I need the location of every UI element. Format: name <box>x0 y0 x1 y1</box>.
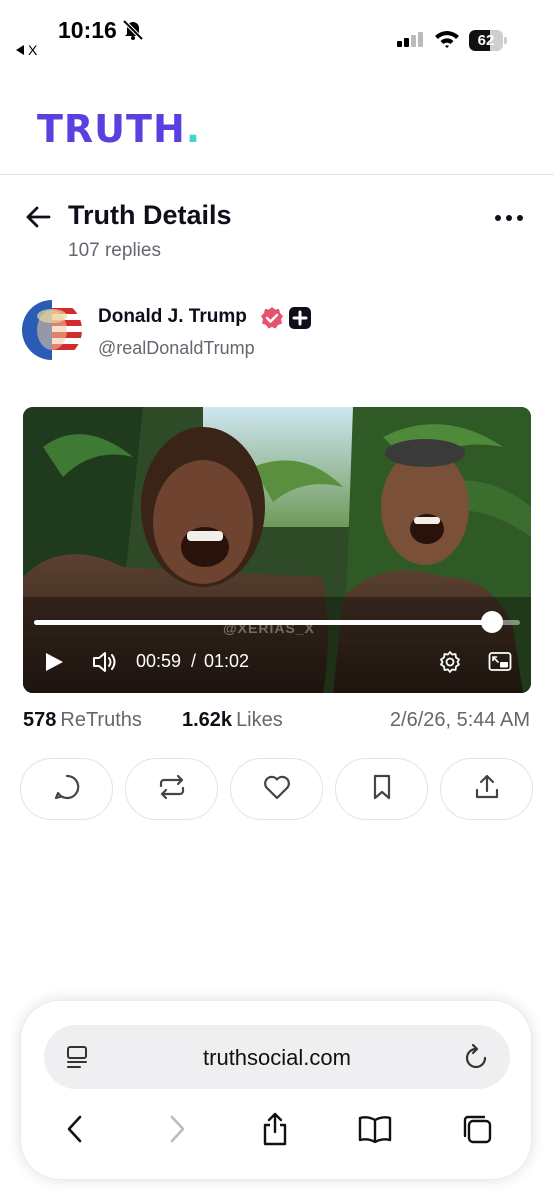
like-button[interactable] <box>230 758 323 820</box>
author-name[interactable]: Donald J. Trump <box>98 306 247 328</box>
browser-toolbar: truthsocial.com <box>20 1000 532 1180</box>
reply-icon <box>53 773 81 806</box>
address-bar[interactable]: truthsocial.com <box>44 1025 510 1089</box>
post-timestamp: 2/6/26, 5:44 AM <box>389 709 530 731</box>
browser-share-button[interactable] <box>253 1109 297 1153</box>
browser-back-button[interactable] <box>53 1109 97 1153</box>
bookmark-button[interactable] <box>335 758 428 820</box>
status-bar: 10:16 X 62 <box>0 0 554 70</box>
retruths-label: ReTruths <box>60 709 142 731</box>
bell-muted-icon <box>122 19 144 45</box>
open-book-icon <box>357 1114 393 1149</box>
logo-dot: . <box>185 107 202 151</box>
bookmark-icon <box>370 773 394 806</box>
reload-icon[interactable] <box>464 1043 488 1075</box>
reply-button[interactable] <box>20 758 113 820</box>
settings-gear-icon[interactable] <box>438 650 462 679</box>
more-options-icon[interactable] <box>494 208 524 228</box>
battery-level: 62 <box>477 32 495 49</box>
cellular-signal-icon <box>397 32 425 55</box>
like-icon <box>262 773 292 806</box>
plus-badge-icon <box>289 307 311 334</box>
video-progress-bar[interactable] <box>34 611 520 633</box>
url-text: truthsocial.com <box>203 1045 351 1070</box>
retruths-count: 578 <box>23 709 57 731</box>
video-player[interactable]: @XERIAS_X 00:59 / 01:02 <box>23 407 531 693</box>
logo-text: TRUTH <box>37 107 186 151</box>
retruths-stat[interactable]: 578 ReTruths <box>23 709 142 732</box>
tabs-icon <box>460 1112 494 1151</box>
likes-count: 1.62k <box>182 709 233 731</box>
video-time-separator: / <box>191 651 197 671</box>
video-current-time: 00:59 <box>136 651 182 671</box>
likes-stat[interactable]: 1.62k Likes <box>182 709 283 732</box>
browser-forward-button[interactable] <box>155 1109 199 1153</box>
author-handle[interactable]: @realDonaldTrump <box>98 338 255 359</box>
back-to-app-button[interactable]: X <box>16 42 37 58</box>
battery-indicator: 62 <box>469 30 507 51</box>
site-header: TRUTH. <box>0 70 554 175</box>
video-total-time: 01:02 <box>204 651 250 671</box>
play-icon[interactable] <box>43 651 65 678</box>
share-box-icon <box>260 1111 290 1152</box>
video-progress-fill <box>34 620 493 625</box>
chevron-right-icon <box>167 1114 187 1149</box>
likes-label: Likes <box>236 709 283 731</box>
retruth-icon <box>157 773 187 806</box>
retruth-button[interactable] <box>125 758 218 820</box>
volume-icon[interactable] <box>92 650 118 679</box>
tabs-button[interactable] <box>455 1109 499 1153</box>
wifi-icon <box>434 29 460 54</box>
verified-badge-icon <box>260 306 284 335</box>
browser-nav-row <box>21 1109 533 1153</box>
bookmarks-button[interactable] <box>353 1109 397 1153</box>
share-button[interactable] <box>440 758 533 820</box>
page-title: Truth Details <box>68 200 232 230</box>
back-app-label: X <box>28 42 38 58</box>
truth-logo[interactable]: TRUTH. <box>37 107 201 151</box>
picture-in-picture-icon[interactable] <box>488 651 512 678</box>
avatar[interactable] <box>22 300 82 360</box>
back-arrow-icon[interactable] <box>24 203 52 236</box>
post-actions <box>20 758 534 820</box>
back-triangle-icon <box>16 42 25 58</box>
share-icon <box>473 773 501 806</box>
chevron-left-icon <box>65 1114 85 1149</box>
reply-count: 107 replies <box>68 240 161 261</box>
clock: 10:16 <box>58 17 117 43</box>
